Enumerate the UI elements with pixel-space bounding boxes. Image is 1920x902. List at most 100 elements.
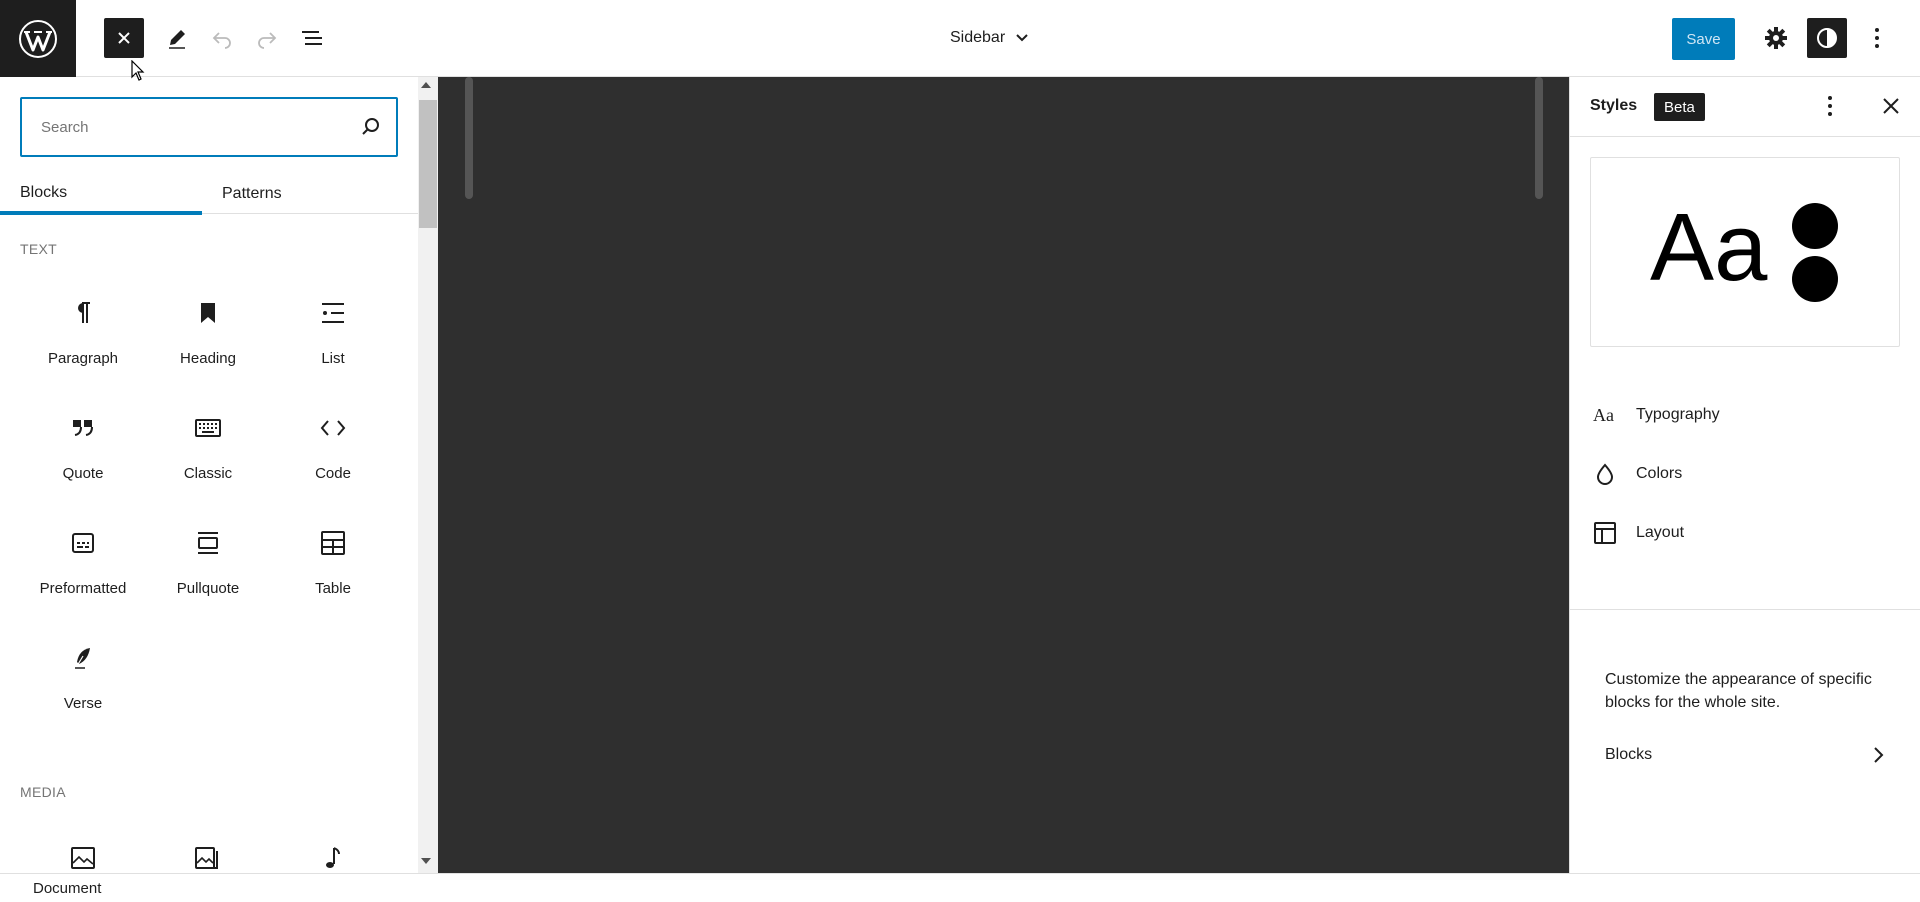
search-icon <box>346 117 396 137</box>
list-view-icon <box>302 31 322 45</box>
options-button[interactable] <box>1857 18 1897 58</box>
droplet-icon <box>1590 463 1620 485</box>
block-list[interactable]: List <box>270 277 396 387</box>
breadcrumb-document[interactable]: Document <box>33 880 101 897</box>
redo-button[interactable] <box>247 18 287 58</box>
block-classic[interactable]: Classic <box>145 392 271 502</box>
gear-icon <box>1765 27 1787 49</box>
redo-icon <box>258 32 277 49</box>
category-text-label: TEXT <box>20 241 57 257</box>
block-paragraph[interactable]: Paragraph <box>20 277 146 387</box>
list-view-button[interactable] <box>292 18 332 58</box>
block-preformatted[interactable]: Preformatted <box>20 507 146 617</box>
close-icon <box>118 32 130 44</box>
block-label: Table <box>315 580 351 597</box>
scroll-up-arrow-icon[interactable] <box>421 82 431 88</box>
image-icon <box>71 838 95 873</box>
block-label: List <box>321 350 345 367</box>
search-input[interactable] <box>41 118 346 136</box>
sidebar-item-blocks[interactable]: Blocks <box>1584 735 1894 775</box>
preview-color-dot <box>1792 256 1838 302</box>
block-label: Paragraph <box>47 350 119 367</box>
block-label: Verse <box>63 695 103 712</box>
paragraph-icon <box>73 293 93 333</box>
more-vertical-icon <box>1875 28 1879 48</box>
sidebar-item-label: Colors <box>1636 465 1683 482</box>
category-media-label: MEDIA <box>20 784 66 800</box>
keyboard-icon <box>195 408 221 448</box>
block-label: Quote <box>62 465 104 482</box>
preformatted-icon <box>72 523 94 563</box>
sidebar-options-button[interactable] <box>1827 95 1833 117</box>
scroll-down-arrow-icon[interactable] <box>421 858 431 864</box>
chevron-down-icon <box>1016 34 1028 42</box>
more-vertical-icon <box>1828 96 1832 116</box>
sidebar-divider <box>1570 609 1920 610</box>
close-icon <box>1883 98 1899 114</box>
block-label: Heading <box>180 350 236 367</box>
sidebar-item-label: Blocks <box>1605 746 1653 763</box>
inserter-scroll-thumb[interactable] <box>419 100 437 228</box>
block-gallery[interactable] <box>145 822 271 873</box>
tab-patterns[interactable]: Patterns <box>222 174 282 214</box>
block-image[interactable] <box>20 822 146 873</box>
close-inserter-button[interactable] <box>104 18 144 58</box>
block-inserter-panel: Blocks Patterns TEXT Paragraph Heading L… <box>0 77 420 873</box>
settings-button[interactable] <box>1756 18 1796 58</box>
styles-button[interactable] <box>1807 18 1847 58</box>
block-table[interactable]: Table <box>270 507 396 617</box>
undo-icon <box>212 32 231 49</box>
beta-badge: Beta <box>1654 93 1705 121</box>
typography-icon: Aa <box>1590 405 1620 425</box>
block-heading[interactable]: Heading <box>145 277 271 387</box>
sidebar-item-label: Layout <box>1636 524 1685 541</box>
quote-icon <box>72 408 94 448</box>
sidebar-item-layout[interactable]: Layout <box>1590 509 1900 557</box>
code-icon <box>320 408 346 448</box>
top-toolbar: Sidebar Save <box>0 0 1920 77</box>
contrast-icon <box>1817 28 1837 48</box>
save-button[interactable]: Save <box>1672 18 1735 60</box>
mouse-cursor-icon <box>131 60 145 82</box>
tools-button[interactable] <box>157 18 197 58</box>
document-title-dropdown[interactable]: Sidebar <box>950 18 1029 58</box>
sidebar-title: Styles <box>1590 97 1638 114</box>
block-label: Preformatted <box>39 580 127 597</box>
pencil-icon <box>169 30 185 49</box>
block-code[interactable]: Code <box>270 392 396 502</box>
resize-handle-left[interactable] <box>465 77 473 199</box>
chevron-right-icon <box>1874 747 1884 763</box>
svg-text:Aa: Aa <box>1593 405 1614 425</box>
pullquote-icon <box>196 523 220 563</box>
block-audio[interactable] <box>270 822 396 873</box>
inserter-tabs: Blocks Patterns <box>0 174 419 215</box>
search-field[interactable] <box>20 97 398 157</box>
preview-color-dot <box>1792 203 1838 249</box>
layout-icon <box>1590 522 1620 544</box>
sidebar-item-label: Typography <box>1636 406 1720 423</box>
resize-handle-right[interactable] <box>1535 77 1543 199</box>
tab-blocks[interactable]: Blocks <box>0 174 202 215</box>
verse-icon <box>73 638 93 678</box>
list-icon <box>321 293 345 333</box>
document-title: Sidebar <box>950 29 1006 46</box>
block-quote[interactable]: Quote <box>20 392 146 502</box>
table-icon <box>321 523 345 563</box>
audio-icon <box>324 838 342 873</box>
undo-button[interactable] <box>202 18 242 58</box>
sidebar-item-colors[interactable]: Colors <box>1590 450 1900 498</box>
block-label: Classic <box>183 465 233 482</box>
sidebar-item-typography[interactable]: Aa Typography <box>1590 391 1900 439</box>
sidebar-close-button[interactable] <box>1880 95 1902 117</box>
sidebar-header: Styles Beta <box>1570 77 1920 137</box>
wordpress-logo-icon[interactable] <box>0 0 76 77</box>
block-verse[interactable]: Verse <box>20 622 146 732</box>
preview-typography-sample: Aa <box>1650 194 1768 301</box>
block-pullquote[interactable]: Pullquote <box>145 507 271 617</box>
heading-icon <box>199 293 217 333</box>
block-label: Code <box>315 465 351 482</box>
sidebar-description: Customize the appearance of specific blo… <box>1605 671 1872 711</box>
block-label: Pullquote <box>176 580 240 597</box>
editor-canvas[interactable] <box>438 77 1569 873</box>
gallery-icon <box>195 838 221 873</box>
